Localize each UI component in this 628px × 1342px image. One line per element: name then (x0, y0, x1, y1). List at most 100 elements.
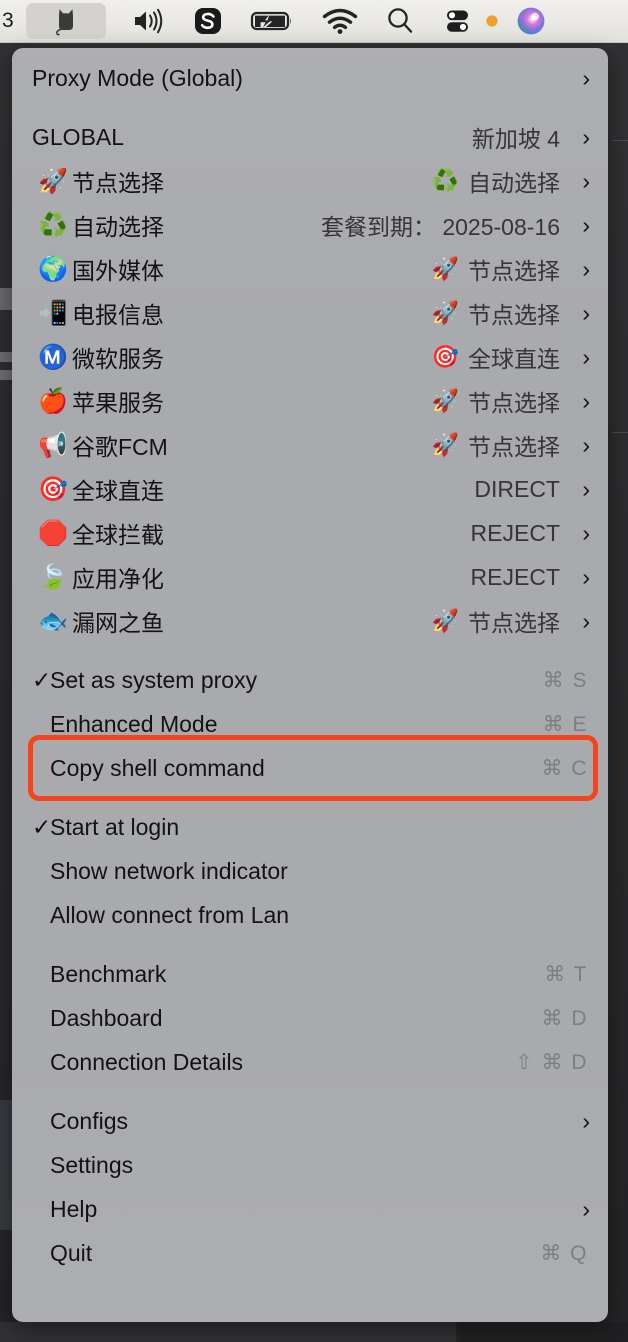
macos-menu-bar: 3 (0, 0, 628, 43)
proxy-group-emoji-icon: 🍃 (38, 563, 68, 591)
menubar-clock[interactable]: 3 (2, 9, 14, 33)
menu-item-footer-label: Quit (50, 1239, 93, 1266)
proxy-group-value-text: DIRECT (474, 475, 560, 502)
proxy-group-emoji-icon: 🛑 (38, 519, 68, 547)
proxy-group-value: ♻️ 自动选择 (432, 164, 560, 198)
options-primary-list: ✓ Set as system proxy ⌘ S Enhanced Mode ⌘ E C… (12, 658, 608, 790)
menu-item-option-label: Enhanced Mode (50, 710, 218, 737)
checkmark-icon: ✓ (32, 666, 52, 693)
proxy-group-label: 微软服务 (72, 346, 164, 372)
proxy-group-value-emoji-icon: 🚀 (431, 608, 459, 634)
menu-item-proxy-group[interactable]: 🚀 节点选择 ♻️ 自动选择 › (12, 159, 608, 203)
global-value: 新加坡 4 (471, 126, 560, 152)
chevron-right-icon: › (582, 299, 590, 326)
proxy-group-value-text: 节点选择 (468, 434, 560, 460)
chevron-right-icon: › (582, 563, 590, 590)
proxy-mode-label: Proxy Mode (Global) (32, 64, 243, 91)
background-window-edge (0, 1100, 12, 1230)
proxy-group-emoji-icon: 📲 (38, 299, 68, 327)
chevron-right-icon: › (582, 519, 590, 546)
proxy-group-value-text: REJECT (470, 519, 560, 546)
proxy-group-value-emoji-icon: 🚀 (431, 256, 459, 282)
menu-item-option-label: Show network indicator (50, 857, 288, 884)
chevron-right-icon: › (582, 1195, 590, 1222)
menu-item-tool[interactable]: Connection Details ⇧ ⌘ D (12, 1040, 608, 1084)
menu-item-proxy-group[interactable]: ♻️ 自动选择 套餐到期： 2025-08-16 › (12, 203, 608, 247)
proxy-group-emoji-icon: 🌍 (38, 255, 68, 283)
menu-item-proxy-group[interactable]: Ⓜ️ 微软服务 🎯 全球直连 › (12, 335, 608, 379)
menu-item-footer[interactable]: Settings (12, 1143, 608, 1187)
background-window-edge (612, 432, 628, 433)
menu-item-tool[interactable]: Dashboard ⌘ D (12, 996, 608, 1040)
keyboard-shortcut: ⌘ T (544, 962, 588, 986)
volume-icon[interactable] (132, 0, 166, 43)
menu-item-global[interactable]: GLOBAL 新加坡 4 › (12, 115, 608, 159)
menu-item-proxy-group[interactable]: 🎯 全球直连 DIRECT › (12, 467, 608, 511)
proxy-group-value: 🚀 节点选择 (432, 252, 560, 286)
menu-item-tool[interactable]: Benchmark ⌘ T (12, 952, 608, 996)
proxy-group-emoji-icon: 🎯 (38, 475, 68, 503)
app-s-icon[interactable] (192, 0, 224, 43)
control-center-icon[interactable] (442, 0, 472, 43)
orange-dot-indicator (484, 0, 500, 43)
proxy-group-value: 🎯 全球直连 (432, 340, 560, 374)
menu-item-option[interactable]: ✓ Set as system proxy ⌘ S (12, 658, 608, 702)
chevron-right-icon: › (582, 64, 590, 91)
proxy-group-value: 🚀 节点选择 (432, 428, 560, 462)
menu-item-option[interactable]: Allow connect from Lan (12, 893, 608, 937)
menu-item-proxy-group[interactable]: 🌍 国外媒体 🚀 节点选择 › (12, 247, 608, 291)
menu-item-proxy-group[interactable]: 🍃 应用净化 REJECT › (12, 555, 608, 599)
menu-item-footer-label: Settings (50, 1151, 134, 1178)
chevron-right-icon: › (582, 343, 590, 370)
proxy-group-value-text: 自动选择 (468, 170, 560, 196)
menu-item-tool-label: Dashboard (50, 1004, 163, 1031)
keyboard-shortcut: ⌘ D (541, 1006, 588, 1030)
proxy-group-value-text: REJECT (470, 563, 560, 590)
proxy-group-label: 自动选择 (72, 214, 164, 240)
proxy-group-value-emoji-icon: 🚀 (431, 388, 459, 414)
proxy-group-value: 套餐到期： 2025-08-16 (321, 208, 560, 242)
proxy-group-value: REJECT (471, 520, 560, 547)
menu-item-footer[interactable]: Help › (12, 1187, 608, 1231)
menu-item-tool-label: Benchmark (50, 960, 167, 987)
global-label: GLOBAL (32, 123, 125, 150)
menu-item-option[interactable]: ✓ Start at login (12, 805, 608, 849)
background-window-edge (0, 1322, 456, 1342)
wifi-icon[interactable] (322, 0, 358, 43)
proxy-group-emoji-icon: 🚀 (38, 167, 68, 195)
menu-item-option[interactable]: Copy shell command ⌘ C (12, 746, 608, 790)
keyboard-shortcut: ⌘ C (541, 756, 588, 780)
proxy-group-value: 🚀 节点选择 (432, 384, 560, 418)
clashx-cat-icon[interactable] (25, 3, 106, 39)
menu-item-proxy-mode[interactable]: Proxy Mode (Global) › (12, 56, 608, 100)
menu-item-proxy-group[interactable]: 📢 谷歌FCM 🚀 节点选择 › (12, 423, 608, 467)
siri-icon[interactable] (514, 0, 548, 43)
spotlight-search-icon[interactable] (384, 0, 416, 43)
proxy-group-list: 🚀 节点选择 ♻️ 自动选择 › ♻️ 自动选择 套餐到期： 2025-08-16 › 🌍 国外媒体… (12, 159, 608, 643)
proxy-group-value-emoji-icon: 🎯 (431, 344, 459, 370)
proxy-group-value-text: 节点选择 (468, 258, 560, 284)
menu-item-option-label: Copy shell command (50, 754, 265, 781)
menu-separator (30, 107, 590, 108)
proxy-group-value: REJECT (471, 564, 560, 591)
proxy-group-label: 电报信息 (72, 302, 164, 328)
menu-item-proxy-group[interactable]: 🛑 全球拦截 REJECT › (12, 511, 608, 555)
proxy-group-value-emoji-icon: 🚀 (431, 432, 459, 458)
menu-item-option[interactable]: Show network indicator (12, 849, 608, 893)
menu-item-proxy-group[interactable]: 🍎 苹果服务 🚀 节点选择 › (12, 379, 608, 423)
background-window-edge (460, 1322, 628, 1342)
chevron-right-icon: › (582, 607, 590, 634)
proxy-group-emoji-icon: 🐟 (38, 607, 68, 635)
menu-item-footer[interactable]: Quit ⌘ Q (12, 1231, 608, 1275)
menu-separator (30, 944, 590, 945)
menu-item-proxy-group[interactable]: 📲 电报信息 🚀 节点选择 › (12, 291, 608, 335)
proxy-group-label: 谷歌FCM (72, 434, 168, 460)
keyboard-shortcut: ⌘ S (542, 668, 588, 692)
menu-item-option[interactable]: Enhanced Mode ⌘ E (12, 702, 608, 746)
proxy-group-value-emoji-icon: 🚀 (431, 300, 459, 326)
menu-item-proxy-group[interactable]: 🐟 漏网之鱼 🚀 节点选择 › (12, 599, 608, 643)
menu-item-footer[interactable]: Configs › (12, 1099, 608, 1143)
battery-charging-icon[interactable] (250, 0, 296, 43)
menu-item-option-label: Allow connect from Lan (50, 901, 290, 928)
menu-item-option-label: Set as system proxy (50, 666, 258, 693)
